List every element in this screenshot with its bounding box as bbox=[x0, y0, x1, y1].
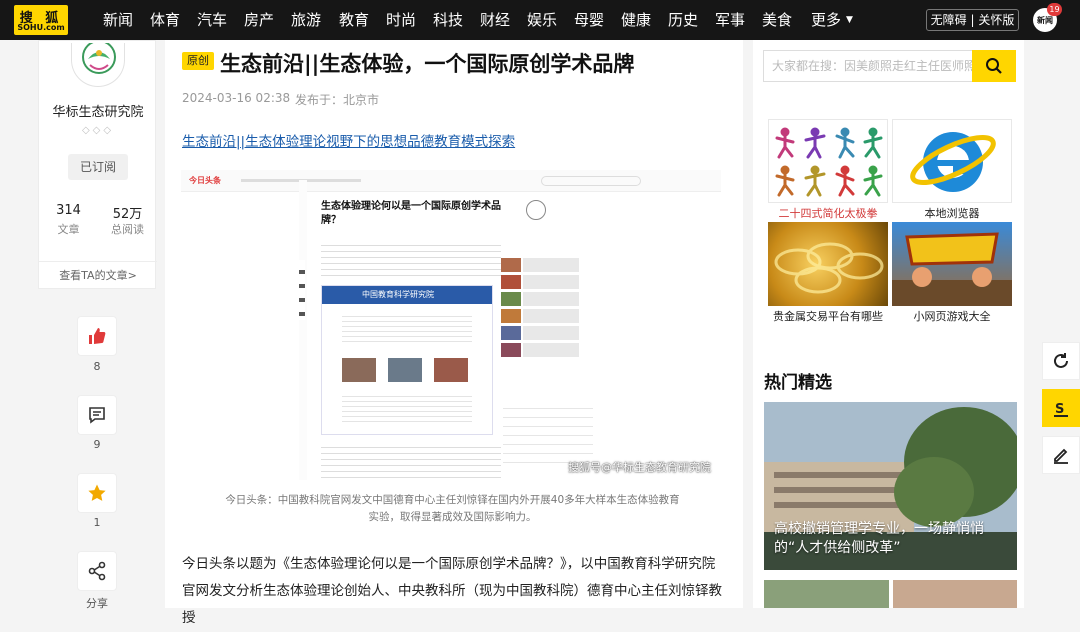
embedded-screenshot-image: 今日头条 生态体验理论何以是一个国际原创学术品牌？ 中国教育科学研究院 bbox=[181, 170, 721, 485]
article-title: 生态前沿||生态体验，一个国际原创学术品牌 bbox=[220, 52, 635, 76]
inner-website-capture: 中国教育科学研究院 bbox=[321, 285, 493, 435]
ad-image-taichi[interactable] bbox=[768, 119, 888, 203]
sohu-logo[interactable]: 搜 狐 SOHU.com bbox=[14, 5, 68, 35]
original-badge: 原创 bbox=[182, 52, 214, 70]
notification-badge: 19 bbox=[1047, 3, 1062, 16]
nav-item[interactable]: 美食 bbox=[762, 10, 792, 30]
related-article-link[interactable]: 生态前沿||生态体验理论视野下的思想品德教育模式探索 bbox=[182, 130, 515, 150]
write-button[interactable] bbox=[1042, 436, 1080, 474]
articles-label: 文章 bbox=[57, 223, 80, 236]
comment-count: 9 bbox=[93, 438, 101, 451]
publish-location: 发布于：北京市 bbox=[295, 93, 380, 107]
top-navigation-bar: 搜 狐 SOHU.com 新闻 体育 汽车 房产 旅游 教育 时尚 科技 财经 娱乐 母婴 健康 历史军… bbox=[0, 0, 1080, 40]
logo-domain: SOHU.com bbox=[17, 23, 65, 32]
share-button[interactable] bbox=[77, 551, 117, 591]
browser-e-icon bbox=[910, 132, 996, 192]
search-input[interactable]: 大家都在搜：因美颜照走红主任医师照 bbox=[763, 50, 973, 82]
svg-text:S: S bbox=[1055, 402, 1064, 417]
hot-picks-heading: 热门精选 bbox=[764, 373, 832, 393]
ad-label-taichi[interactable]: 二十四式简化太极拳 bbox=[768, 205, 888, 221]
nav-item[interactable]: 教育 bbox=[339, 10, 369, 30]
publish-time: 2024-03-16 02:38 bbox=[182, 91, 291, 105]
nav-item[interactable]: 新闻 bbox=[103, 10, 133, 30]
search-button[interactable] bbox=[972, 50, 1016, 82]
inner-header: 今日头条 bbox=[181, 170, 721, 192]
refresh-icon bbox=[1054, 353, 1068, 368]
comment-button[interactable] bbox=[77, 395, 117, 435]
inner-site-banner: 中国教育科学研究院 bbox=[322, 286, 492, 304]
share-icon bbox=[88, 561, 106, 581]
user-s-icon: S bbox=[1054, 402, 1068, 417]
author-badges-icon: ◇◇◇ bbox=[81, 125, 115, 136]
pencil-icon bbox=[1054, 448, 1068, 464]
subscribed-button[interactable]: 已订阅 bbox=[68, 154, 128, 180]
inner-logo: 今日头条 bbox=[189, 176, 221, 185]
inner-related-list bbox=[501, 255, 579, 375]
ad-label-gold[interactable]: 贵金属交易平台有哪些 bbox=[768, 308, 888, 324]
comment-icon bbox=[89, 407, 105, 424]
nav-item[interactable]: 汽车 bbox=[197, 10, 227, 30]
like-count: 8 bbox=[93, 360, 101, 373]
inner-photo-3 bbox=[434, 358, 468, 382]
ad-label-browser[interactable]: 本地浏览器 bbox=[892, 205, 1012, 221]
hot-picks-caption[interactable]: 高校撤销管理学专业，一场静悄悄的“人才供给侧改革” bbox=[774, 520, 1014, 558]
avatar-logo-icon bbox=[82, 43, 116, 74]
favorite-button[interactable] bbox=[77, 473, 117, 513]
article-paragraph: 今日头条以题为《生态体验理论何以是一个国际原创学术品牌？》，以中国教育科学研究院… bbox=[182, 556, 722, 626]
refresh-button[interactable] bbox=[1042, 342, 1080, 380]
inner-search bbox=[541, 176, 641, 186]
favorite-count: 1 bbox=[93, 516, 101, 529]
reads-count: 52万 bbox=[112, 207, 143, 222]
nav-item[interactable]: 娱乐 bbox=[527, 10, 557, 30]
game-character-icon bbox=[892, 232, 1012, 306]
hot-thumb-2[interactable] bbox=[893, 580, 1017, 608]
nav-item[interactable]: 更多 bbox=[811, 10, 841, 30]
nav-item[interactable]: 房产 bbox=[244, 10, 274, 30]
ad-image-gold[interactable] bbox=[768, 222, 888, 306]
author-avatar[interactable] bbox=[71, 43, 125, 87]
thumbs-up-icon bbox=[89, 328, 106, 344]
search-icon bbox=[986, 58, 1002, 74]
inner-text-lines-2 bbox=[321, 442, 501, 478]
like-button[interactable] bbox=[77, 316, 117, 356]
inner-photo-1 bbox=[342, 358, 376, 382]
taichi-figures-icon bbox=[775, 127, 883, 197]
ad-image-browser[interactable] bbox=[892, 119, 1012, 203]
nav-item[interactable]: 母婴 bbox=[574, 10, 604, 30]
inner-site-text bbox=[342, 312, 472, 342]
nav-item[interactable]: 军事 bbox=[715, 10, 745, 30]
inner-toolbar-icons bbox=[299, 260, 305, 320]
reads-label: 总阅读 bbox=[111, 223, 144, 236]
image-caption: 今日头条：中国教科院官网发文中国德育中心主任刘惊铎在国内外开展40多年大样本生态… bbox=[225, 494, 680, 523]
inner-left-gutter bbox=[299, 180, 307, 480]
inner-title: 生态体验理论何以是一个国际原创学术品牌？ bbox=[321, 201, 501, 226]
see-all-articles-link[interactable]: 查看TA的文章> bbox=[39, 261, 157, 290]
inner-author-avatar bbox=[526, 200, 546, 220]
ad-label-game[interactable]: 小网页游戏大全 bbox=[892, 308, 1012, 324]
inner-site-text-2 bbox=[342, 392, 472, 422]
nav-item[interactable]: 体育 bbox=[150, 10, 180, 30]
nav-item[interactable]: 财经 bbox=[480, 10, 510, 30]
articles-count: 314 bbox=[56, 203, 81, 218]
more-dropdown-icon[interactable]: ▼ bbox=[846, 10, 853, 30]
inner-text-lines bbox=[321, 240, 501, 280]
author-card: 华标生态研究院 ◇◇◇ 已订阅 314 文章 52万 总阅读 查看TA的文章> bbox=[38, 40, 157, 290]
nav-item[interactable]: 旅游 bbox=[291, 10, 321, 30]
nav-item[interactable]: 科技 bbox=[433, 10, 463, 30]
accessibility-button[interactable]: 无障碍 | 关怀版 bbox=[926, 9, 1019, 31]
star-icon bbox=[88, 484, 106, 501]
gold-bangles-icon bbox=[774, 242, 884, 294]
nav-item[interactable]: 历史 bbox=[668, 10, 698, 30]
nav-item[interactable]: 健康 bbox=[621, 10, 651, 30]
hot-thumb-1[interactable] bbox=[764, 580, 889, 608]
inner-photo-2 bbox=[388, 358, 422, 382]
nav-item[interactable]: 时尚 bbox=[386, 10, 416, 30]
sohu-account-button[interactable]: S bbox=[1042, 389, 1080, 427]
image-watermark: 搜狐号@华标生态教育研究院 bbox=[568, 461, 711, 474]
author-name[interactable]: 华标生态研究院 bbox=[39, 101, 157, 120]
ad-image-game[interactable] bbox=[892, 222, 1012, 306]
share-label: 分享 bbox=[86, 597, 108, 610]
